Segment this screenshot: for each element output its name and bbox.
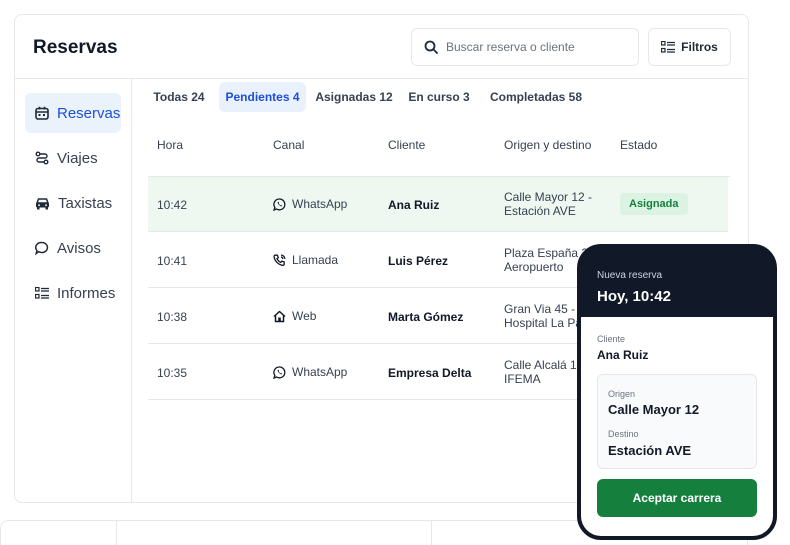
- table-row[interactable]: 10:42 WhatsApp Ana Ruiz Calle Mayor 12 -…: [148, 177, 728, 232]
- tab-asignadas[interactable]: Asignadas 12: [314, 82, 394, 112]
- mobile-title: Hoy, 10:42: [597, 288, 671, 305]
- phone-icon: [273, 253, 286, 266]
- column-header-hora: Hora: [157, 138, 184, 152]
- tab-todas[interactable]: Todas 24: [148, 82, 210, 112]
- row-channel: Web: [273, 309, 316, 323]
- tab-pendientes[interactable]: Pendientes 4: [219, 82, 306, 112]
- sidebar-item-avisos[interactable]: Avisos: [25, 228, 121, 268]
- row-time: 10:38: [157, 310, 188, 324]
- search-input[interactable]: [446, 40, 616, 54]
- sidebar-item-informes[interactable]: Informes: [25, 273, 121, 313]
- column-header-canal: Canal: [273, 138, 305, 152]
- filter-label: Filtros: [681, 40, 718, 54]
- bottom-divider: [116, 521, 117, 545]
- row-client: Empresa Delta: [388, 366, 472, 380]
- search-icon: [424, 40, 438, 54]
- whatsapp-icon: [273, 365, 286, 379]
- filter-button[interactable]: Filtros: [648, 28, 731, 66]
- report-icon: [35, 287, 49, 299]
- client-label: Cliente: [597, 334, 626, 344]
- panel-header: Reservas Filtros: [15, 15, 748, 79]
- mobile-subtitle: Nueva reserva: [597, 270, 663, 281]
- origin-value: Calle Mayor 12: [608, 402, 700, 417]
- row-channel-label: Web: [292, 309, 317, 323]
- column-header-estado: Estado: [620, 138, 658, 152]
- sidebar-item-label: Informes: [57, 284, 116, 302]
- row-client: Luis Pérez: [388, 254, 449, 268]
- row-time: 10:41: [157, 254, 188, 268]
- origin-label: Origen: [608, 389, 636, 399]
- row-channel-label: WhatsApp: [292, 365, 348, 379]
- row-channel-label: Llamada: [292, 253, 339, 267]
- tab-completadas[interactable]: Completadas 58: [488, 82, 584, 112]
- mobile-body: Cliente Ana Ruiz Origen Calle Mayor 12 D…: [581, 317, 773, 536]
- mobile-preview: Nueva reserva Hoy, 10:42 Cliente Ana Rui…: [577, 244, 777, 540]
- message-icon: [35, 241, 49, 255]
- column-header-cliente: Cliente: [388, 138, 426, 152]
- row-time: 10:35: [157, 366, 188, 380]
- sidebar-item-reservas[interactable]: Reservas: [25, 93, 121, 133]
- mobile-header: Nueva reserva Hoy, 10:42: [581, 248, 773, 317]
- row-route-origin: Calle Mayor 12 -: [504, 190, 593, 204]
- car-icon: [35, 197, 50, 209]
- route-box: Origen Calle Mayor 12 Destino Estación A…: [597, 374, 757, 469]
- row-route: Calle Mayor 12 - Estación AVE: [504, 190, 600, 218]
- destination-value: Estación AVE: [608, 443, 692, 458]
- sidebar-item-viajes[interactable]: Viajes: [25, 138, 121, 178]
- tab-en-curso[interactable]: En curso 3: [407, 82, 471, 112]
- sidebar: Reservas Viajes Taxistas Avisos Informes: [15, 79, 132, 502]
- status-badge: Asignada: [620, 193, 688, 215]
- calendar-icon: [35, 106, 49, 120]
- home-icon: [273, 310, 286, 322]
- sidebar-item-label: Viajes: [57, 149, 98, 167]
- row-client: Ana Ruiz: [388, 198, 440, 212]
- route-icon: [35, 151, 49, 165]
- whatsapp-icon: [273, 197, 286, 211]
- filter-icon: [661, 41, 676, 53]
- row-channel-label: WhatsApp: [292, 197, 348, 211]
- sidebar-item-label: Reservas: [57, 104, 121, 122]
- sidebar-item-label: Taxistas: [58, 194, 113, 212]
- column-header-origen-destino: Origen y destino: [504, 138, 592, 152]
- client-value: Ana Ruiz: [597, 348, 649, 362]
- row-channel: WhatsApp: [273, 365, 347, 379]
- accept-ride-button[interactable]: Aceptar carrera: [597, 479, 757, 517]
- row-channel: WhatsApp: [273, 197, 347, 211]
- table-header: Hora Canal Cliente Origen y destino Esta…: [134, 130, 714, 160]
- destination-label: Destino: [608, 429, 639, 439]
- page-title: Reservas: [33, 37, 118, 58]
- row-time: 10:42: [157, 198, 188, 212]
- row-client: Marta Gómez: [388, 310, 464, 324]
- row-channel: Llamada: [273, 253, 338, 267]
- sidebar-item-taxistas[interactable]: Taxistas: [25, 183, 121, 223]
- bottom-divider: [431, 521, 432, 545]
- sidebar-item-label: Avisos: [57, 239, 101, 257]
- search-box[interactable]: [411, 28, 639, 66]
- row-route-destination: Estación AVE: [504, 204, 576, 218]
